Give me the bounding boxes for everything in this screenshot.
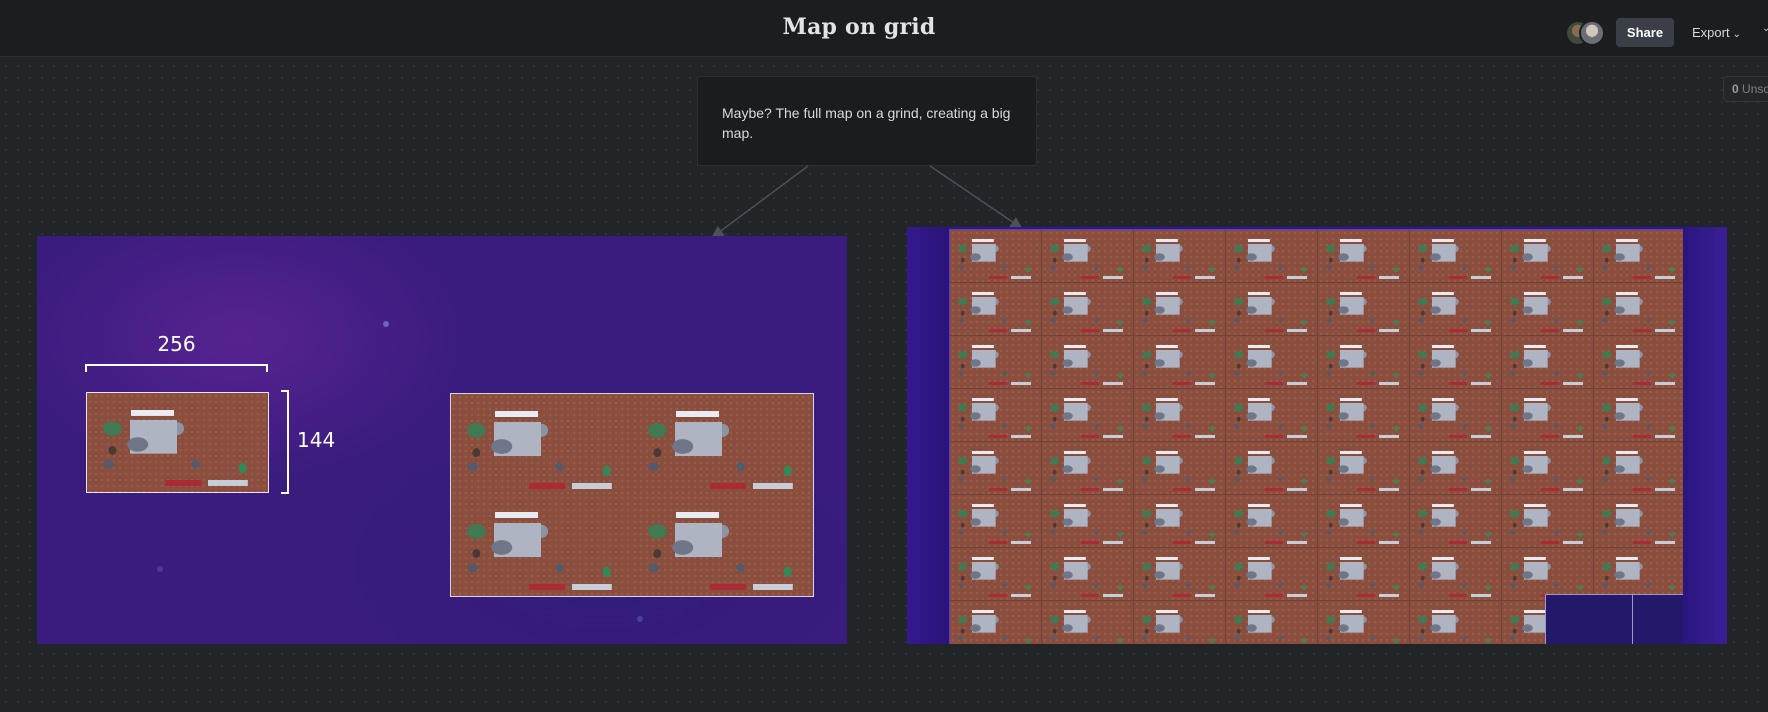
width-dimension-label: 256 [157,332,196,356]
map-tile-image [1134,495,1226,548]
background-sparkle [157,566,163,572]
map-tile-image [1042,230,1134,283]
map-tile-image [1042,495,1134,548]
map-tile-image [1042,336,1134,389]
map-tile-image [1134,336,1226,389]
collaborator-avatars[interactable] [1565,20,1605,46]
map-tile-image [1502,336,1594,389]
map-tile-image [1318,442,1410,495]
map-tile-image [950,336,1042,389]
map-tile-image [1226,442,1318,495]
empty-grid-cell[interactable] [1632,594,1683,644]
unsorted-label: Unso [1742,82,1768,96]
connector-arrow[interactable] [929,165,1023,229]
map-tile-image [1134,389,1226,442]
export-button[interactable]: Export ⌄ [1692,18,1741,47]
background-sparkle [383,321,389,327]
map-tile-image [950,389,1042,442]
map-tile-image [1594,389,1683,442]
single-tile-frame[interactable]: 256 144 [37,236,847,644]
map-tile-image [1042,283,1134,336]
map-tile-image [1042,601,1134,644]
map-tile-image [451,495,632,596]
map-tile-image [1594,230,1683,283]
map-tile-image [1410,495,1502,548]
height-dimension-label: 144 [297,428,336,452]
map-tile-image [1226,283,1318,336]
map-tile-image [1410,230,1502,283]
map-tile-image [950,230,1042,283]
map-tile-image [1042,548,1134,601]
map-tile-image [950,442,1042,495]
share-button[interactable]: Share [1616,18,1674,47]
map-tile-image [1318,283,1410,336]
map-tile-image [1134,601,1226,644]
note-card[interactable]: Maybe? The full map on a grind, creating… [697,76,1037,166]
map-tile-image [1134,442,1226,495]
unsorted-count: 0 [1732,82,1739,96]
export-label: Export [1692,25,1730,40]
map-tile-image [1410,548,1502,601]
background-sparkle [637,616,643,622]
frame-border [1683,227,1727,644]
map-tile-image [1042,389,1134,442]
frame-border [907,227,949,644]
chevron-down-icon: ⌄ [1732,29,1741,40]
map-tile-image [1594,495,1683,548]
map-tile-image [1226,389,1318,442]
map-tile-image [1318,495,1410,548]
board-title[interactable]: Map on grid [0,14,1718,40]
map-tile-image [1594,336,1683,389]
map-tile-image [1410,601,1502,644]
connector-arrow[interactable] [711,165,809,238]
map-tile-image [632,495,813,596]
width-bracket [85,364,268,372]
map-tile-image [1410,283,1502,336]
map-tile-image [1226,230,1318,283]
map-tile-image [1410,389,1502,442]
map-tile-image [950,601,1042,644]
map-tile-group[interactable] [450,393,814,597]
map-tile-image [1134,230,1226,283]
avatar[interactable] [1579,20,1605,46]
unsorted-counter[interactable]: 0 Unso [1723,76,1768,102]
top-bar: Map on grid Share Export ⌄ ⌄ [0,0,1768,57]
map-tile-image [1594,442,1683,495]
map-tile-image [950,283,1042,336]
map-tile-image [451,394,632,495]
map-tile-image [1502,283,1594,336]
map-tile-image [1318,548,1410,601]
map-tile-image [1318,389,1410,442]
map-tile-image [1318,601,1410,644]
map-tile-image [950,495,1042,548]
map-tile-image [1318,336,1410,389]
big-map-grid-viewport [949,229,1683,644]
map-tile-image [1226,495,1318,548]
map-tile-image [632,394,813,495]
map-tile-image [950,548,1042,601]
map-tile-image [1226,548,1318,601]
map-tile-image [1134,283,1226,336]
map-tile-image[interactable] [86,392,269,493]
map-tile-image [1410,442,1502,495]
map-tile-image [1226,601,1318,644]
big-map-grid [950,230,1683,644]
empty-grid-cell[interactable] [1545,594,1633,644]
map-tile-image [1502,442,1594,495]
big-map-frame[interactable] [907,227,1727,644]
map-tile-image [1502,230,1594,283]
note-text: Maybe? The full map on a grind, creating… [722,105,1011,141]
map-tile-image [1410,336,1502,389]
map-tile-image [1042,442,1134,495]
map-tile-image [1502,495,1594,548]
map-tile-image [1502,389,1594,442]
map-tile-image [1594,283,1683,336]
map-tile-image [1318,230,1410,283]
height-bracket [281,390,289,494]
map-tile-image [1226,336,1318,389]
map-tile-image [1134,548,1226,601]
chevron-down-icon[interactable]: ⌄ [1762,23,1768,34]
